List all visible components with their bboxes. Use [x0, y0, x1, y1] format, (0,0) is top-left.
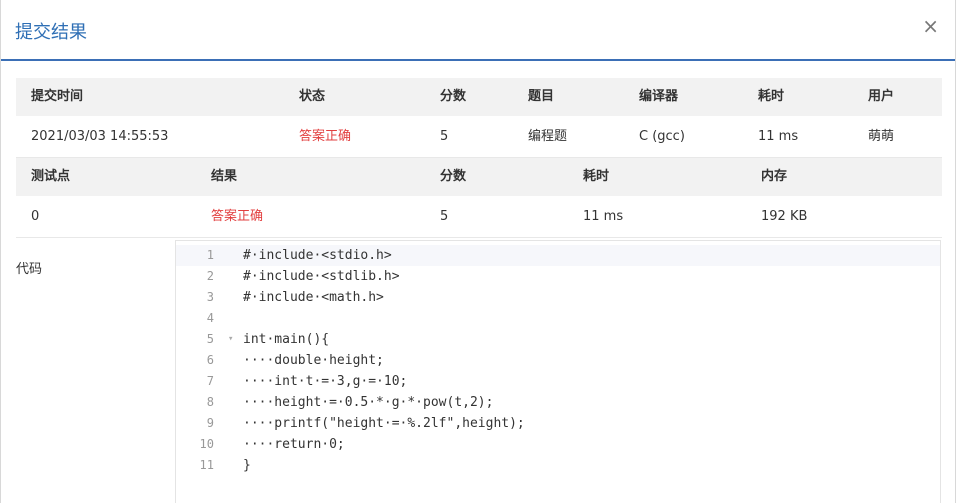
code-text: #·include·<stdlib.h> [243, 269, 400, 284]
submission-result-dialog: 提交结果 × 提交时间 状态 分数 题目 编译器 耗时 用户 2021/03/0… [0, 0, 956, 503]
line-number: 3 [206, 290, 214, 304]
code-text: ····printf("height·=·%.2lf",height); [243, 416, 525, 431]
score-value: 5 [440, 129, 449, 144]
code-text: ····double·height; [243, 353, 384, 368]
problem-name: 编程题 [528, 129, 568, 144]
line-number: 4 [206, 311, 214, 325]
code-line: 3 #·include·<math.h> [176, 287, 940, 308]
testpoint-result: 答案正确 [211, 209, 264, 224]
line-number: 8 [206, 395, 214, 409]
line-number: 9 [206, 416, 214, 430]
code-line: 4 [176, 308, 940, 329]
code-line: 5 ▾ int·main(){ [176, 329, 940, 350]
submission-row: 2021/03/03 14:55:53 答案正确 5 编程题 C (gcc) 1… [16, 116, 942, 158]
testpoint-time: 11 ms [583, 209, 624, 224]
code-line: 6 ····double·height; [176, 350, 940, 371]
header-problem: 题目 [528, 89, 555, 104]
code-text: } [243, 458, 251, 473]
code-text: ····return·0; [243, 437, 345, 452]
code-text: #·include·<math.h> [243, 290, 384, 305]
code-text: int·main(){ [243, 332, 330, 347]
code-line: 2 #·include·<stdlib.h> [176, 266, 940, 287]
close-icon[interactable]: × [922, 16, 939, 36]
testpoint-id: 0 [31, 209, 40, 224]
header-memory: 内存 [761, 169, 788, 184]
header-submit-time: 提交时间 [31, 89, 84, 104]
header-time: 耗时 [758, 89, 785, 104]
submission-table-header: 提交时间 状态 分数 题目 编译器 耗时 用户 [16, 78, 942, 116]
line-number: 1 [206, 248, 214, 262]
header-tp-time: 耗时 [583, 169, 610, 184]
code-line: 11 } [176, 455, 940, 476]
line-number: 10 [199, 437, 214, 451]
testpoint-score: 5 [440, 209, 449, 224]
code-label: 代码 [16, 262, 43, 277]
code-editor[interactable]: 1 #·include·<stdio.h> 2 #·include·<stdli… [175, 240, 941, 503]
header-result: 结果 [211, 169, 238, 184]
code-line: 9 ····printf("height·=·%.2lf",height); [176, 413, 940, 434]
code-line: 8 ····height·=·0.5·*·g·*·pow(t,2); [176, 392, 940, 413]
user-name[interactable]: 萌萌 [868, 116, 894, 158]
code-line: 7 ····int·t·=·3,g·=·10; [176, 371, 940, 392]
code-line: 10 ····return·0; [176, 434, 940, 455]
status-badge: 答案正确 [299, 129, 352, 144]
testpoint-memory: 192 KB [761, 209, 808, 224]
line-number: 5 [206, 332, 214, 346]
dialog-header: 提交结果 × [1, 0, 955, 61]
header-testpoint: 测试点 [31, 169, 71, 184]
code-text: ····int·t·=·3,g·=·10; [243, 374, 408, 389]
code-line: 1 #·include·<stdio.h> [176, 245, 940, 266]
testpoint-table-header: 测试点 结果 分数 耗时 内存 [16, 158, 942, 196]
submit-time: 2021/03/03 14:55:53 [31, 129, 169, 144]
fold-arrow-icon[interactable]: ▾ [228, 329, 233, 350]
header-compiler: 编译器 [639, 89, 679, 104]
testpoint-row: 0 答案正确 5 11 ms 192 KB [16, 196, 942, 238]
time-value: 11 ms [758, 129, 799, 144]
header-user: 用户 [868, 89, 895, 104]
compiler-name: C (gcc) [639, 129, 685, 144]
header-score: 分数 [440, 89, 467, 104]
line-number: 7 [206, 374, 214, 388]
dialog-title: 提交结果 [15, 22, 87, 43]
code-text: #·include·<stdio.h> [243, 248, 392, 263]
line-number: 2 [206, 269, 214, 283]
line-number: 6 [206, 353, 214, 367]
header-tp-score: 分数 [440, 169, 467, 184]
header-status: 状态 [299, 89, 326, 104]
code-text: ····height·=·0.5·*·g·*·pow(t,2); [243, 395, 494, 410]
line-number: 11 [199, 458, 214, 472]
